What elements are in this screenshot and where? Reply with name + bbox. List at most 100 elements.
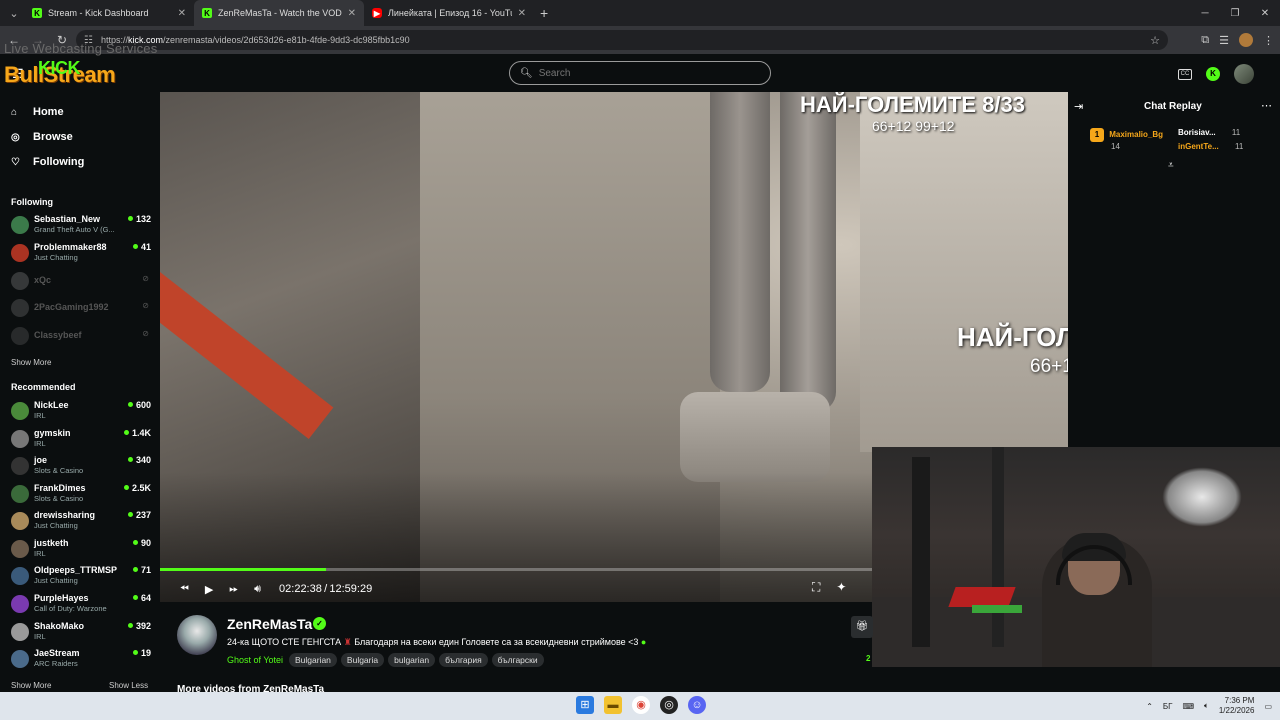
video-scene-right	[860, 92, 1068, 452]
channel-avatar[interactable]	[177, 615, 217, 655]
gifter[interactable]: Borisiav... 11	[1178, 128, 1240, 137]
logo-tagline: Live Webcasting Services	[4, 41, 158, 56]
bullstream-logo[interactable]: BullStream KICK	[4, 58, 116, 88]
recommended-channel[interactable]: joe Slots & Casino 340	[11, 455, 151, 479]
user-avatar[interactable]	[1234, 64, 1254, 84]
show-less-recommended[interactable]: Show Less	[109, 681, 148, 690]
recommended-channel[interactable]: gymskin IRL 1.4K	[11, 428, 151, 452]
tab-kick-dashboard[interactable]: K Stream - Kick Dashboard ✕	[24, 0, 194, 26]
tab-zenremasta-vod[interactable]: K ZenReMasTa - Watch the VOD ✕	[194, 0, 364, 26]
tab-youtube[interactable]: ▶ Линейката | Епизод 16 - YouTu ✕	[364, 0, 534, 26]
bookmark-star-icon[interactable]: ☆	[1150, 34, 1160, 47]
file-explorer-icon[interactable]: ▬	[604, 696, 622, 714]
tag[interactable]: Bulgaria	[340, 653, 385, 667]
tab-search-icon[interactable]: ⌄	[4, 3, 24, 23]
viewer-count: 340	[128, 455, 151, 465]
search-bar[interactable]: 🔍︎	[509, 61, 771, 85]
clip-icon[interactable]: ⛶	[812, 580, 820, 595]
sidebar-home[interactable]: ⌂ Home	[11, 106, 64, 118]
compass-icon: ◎	[11, 131, 20, 143]
following-channel-offline[interactable]: 2PacGaming1992 ⊘	[11, 297, 151, 321]
webcam-softbox	[1162, 467, 1242, 527]
channel-category: Just Chatting	[34, 253, 78, 262]
show-more-following[interactable]: Show More	[11, 358, 51, 367]
more-options-icon[interactable]: ⋯	[1261, 99, 1272, 112]
volume-tray-icon[interactable]: 🔈︎	[1204, 701, 1209, 711]
following-channel-offline[interactable]: Classybeef ⊘	[11, 325, 151, 349]
following-channel[interactable]: Sebastian_New Grand Theft Auto V (G... 1…	[11, 214, 151, 238]
search-input[interactable]	[538, 67, 739, 79]
sidebar-following[interactable]: ♡ Following	[11, 156, 84, 168]
following-channel[interactable]: Problemmaker88 Just Chatting 41	[11, 242, 151, 266]
channel-category: IRL	[34, 549, 46, 558]
new-tab-button[interactable]: +	[540, 5, 548, 21]
maximize-icon[interactable]: ❐	[1220, 8, 1250, 19]
emoji-icon: ♜	[343, 637, 352, 647]
profile-avatar[interactable]	[1239, 33, 1253, 47]
recommended-channel[interactable]: Oldpeeps_TTRMSP Just Chatting 71	[11, 565, 151, 589]
tag[interactable]: българия	[439, 653, 488, 667]
tag[interactable]: Bulgarian	[289, 653, 337, 667]
avatar	[11, 567, 29, 585]
kick-coin-icon[interactable]: K	[1206, 67, 1220, 81]
play-icon[interactable]: ▶	[205, 583, 213, 596]
channel-category: Just Chatting	[34, 576, 78, 585]
windows-start-icon[interactable]: ⊞	[576, 696, 594, 714]
extensions-icon[interactable]: ⧉	[1201, 34, 1209, 47]
close-window-icon[interactable]: ✕	[1250, 8, 1280, 19]
recommended-channel[interactable]: PurpleHayes Call of Duty: Warzone 64	[11, 593, 151, 617]
volume-icon[interactable]: 🔊︎	[254, 583, 261, 596]
browser-tabbar: ⌄ K Stream - Kick Dashboard ✕ K ZenReMas…	[0, 0, 1280, 26]
close-icon[interactable]: ✕	[348, 8, 356, 19]
top-gifter[interactable]: 1 Maximalio_Bg 14	[1090, 128, 1163, 151]
recommended-channel[interactable]: NickLee IRL 600	[11, 400, 151, 424]
clock[interactable]: 7:36 PM 1/22/2026	[1219, 696, 1255, 716]
close-icon[interactable]: ✕	[178, 8, 186, 19]
reading-list-icon[interactable]: ☰	[1219, 34, 1229, 47]
video-progress-fill	[160, 568, 327, 571]
rewind-icon[interactable]: ⏪︎	[180, 583, 189, 596]
minimize-icon[interactable]: ─	[1190, 8, 1220, 19]
fast-forward-icon[interactable]: ⏩︎	[229, 583, 238, 596]
discord-icon[interactable]: ☺	[688, 696, 706, 714]
channel-name: joe	[34, 455, 48, 465]
recommended-channel[interactable]: FrankDimes Slots & Casino 2.5K	[11, 483, 151, 507]
category-link[interactable]: Ghost of Yotei	[227, 655, 283, 665]
sidebar-browse[interactable]: ◎ Browse	[11, 131, 73, 143]
video-scene-pipe-2	[780, 92, 836, 412]
collapse-chat-icon[interactable]: ⇥	[1074, 100, 1083, 113]
gifter[interactable]: inGentTe... 11	[1178, 142, 1243, 151]
menu-dots-icon[interactable]: ⋮	[1263, 34, 1274, 47]
close-icon[interactable]: ✕	[518, 8, 526, 19]
closed-captions-icon[interactable]: CC	[1178, 68, 1192, 80]
url-field[interactable]: ☷ https://kick.com/zenremasta/videos/2d6…	[76, 30, 1168, 50]
recommended-channel[interactable]: JaeStream ARC Raiders 19	[11, 648, 151, 672]
chrome-icon[interactable]: ◉	[632, 696, 650, 714]
recommended-channel[interactable]: justketh IRL 90	[11, 538, 151, 562]
avatar	[11, 623, 29, 641]
avatar	[11, 402, 29, 420]
youtube-icon: ▶	[372, 8, 382, 18]
sparkle-icon[interactable]: ✦	[836, 580, 846, 595]
following-channel-offline[interactable]: xQc ⊘	[11, 270, 151, 294]
gift-icon[interactable]: 🎁︎	[851, 616, 873, 638]
viewer-count: 90	[133, 538, 151, 548]
expand-gifters-icon[interactable]: ⩡	[1168, 160, 1174, 171]
show-more-recommended[interactable]: Show More	[11, 681, 51, 690]
network-icon[interactable]: ⌨	[1182, 702, 1194, 711]
avatar	[11, 485, 29, 503]
notification-icon[interactable]: ▭	[1264, 702, 1272, 711]
tag[interactable]: bulgarian	[388, 653, 436, 667]
tab-title: Линейката | Епизод 16 - YouTu	[388, 8, 512, 18]
tray-chevron-icon[interactable]: ⌃	[1146, 702, 1153, 711]
recommended-channel[interactable]: drewissharing Just Chatting 237	[11, 510, 151, 534]
tag[interactable]: български	[491, 653, 544, 667]
channel-name: JaeStream	[34, 648, 80, 658]
channel-name[interactable]: ZenReMasTa	[227, 616, 312, 632]
video-overlay-sub: 66+12 99+12	[872, 118, 955, 134]
channel-name: justketh	[34, 538, 69, 548]
recommended-channel[interactable]: ShakoMako IRL 392	[11, 621, 151, 645]
obs-icon[interactable]: ◎	[660, 696, 678, 714]
language-indicator[interactable]: БГ	[1163, 702, 1173, 711]
gifter-name: Borisiav...	[1178, 128, 1216, 137]
